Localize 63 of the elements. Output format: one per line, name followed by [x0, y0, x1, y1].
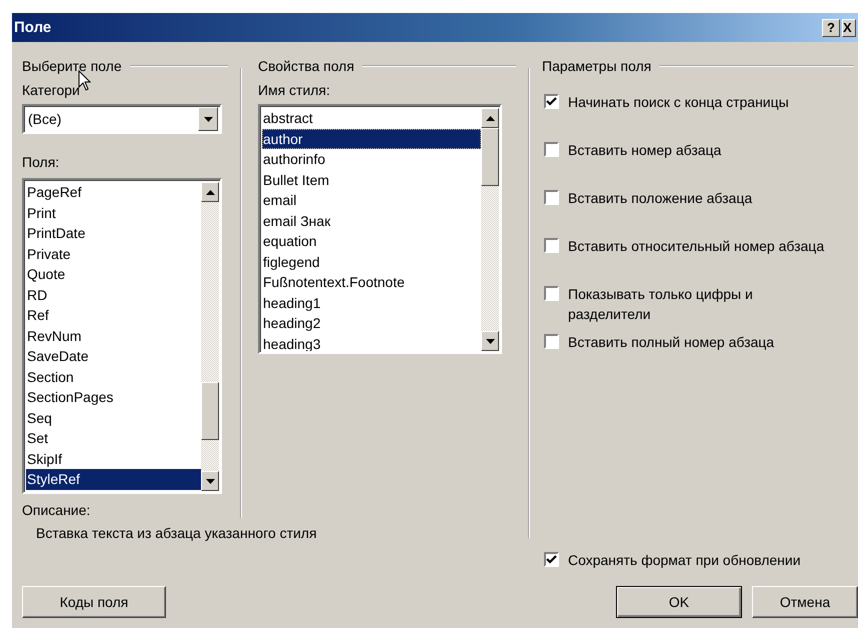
description-text: Вставка текста из абзаца указанного стиля [36, 524, 317, 542]
option-label: Сохранять формат при обновлении [568, 551, 801, 570]
scroll-down-icon[interactable] [201, 471, 219, 491]
option-label: Начинать поиск с конца страницы [568, 93, 790, 112]
checkbox[interactable] [544, 142, 559, 157]
style-list-item[interactable]: heading1 [262, 292, 481, 313]
scrollbar[interactable] [201, 182, 219, 491]
field-list-item[interactable]: PrintDate [26, 223, 201, 244]
field-list-item[interactable]: Quote [26, 264, 201, 284]
help-button[interactable]: ? [822, 18, 840, 36]
scroll-up-icon[interactable] [481, 108, 499, 128]
style-list-item[interactable]: email [262, 190, 481, 210]
category-label: Категори [22, 81, 80, 100]
window-title: Поле [14, 19, 52, 36]
option-label: Вставить полный номер абзаца [568, 333, 776, 352]
option-label: Вставить относительный номер абзаца [568, 237, 826, 256]
field-list-item[interactable]: RD [26, 284, 201, 305]
option-label: Вставить номер абзаца [568, 141, 722, 160]
style-list-item[interactable]: Fußnotentext.Footnote [262, 272, 481, 292]
field-list-item[interactable]: SectionPages [26, 387, 201, 408]
option-label: Показывать только цифры и разделители [568, 285, 754, 324]
description-label: Описание: [22, 501, 92, 520]
cancel-button[interactable]: Отмена [752, 586, 858, 618]
style-list-item[interactable]: authorinfo [262, 149, 481, 170]
field-list-item[interactable]: Section [26, 366, 201, 387]
checkbox[interactable] [544, 286, 559, 301]
style-list-item[interactable]: equation [262, 231, 481, 252]
field-list-item[interactable]: Print [26, 202, 201, 223]
scroll-down-icon[interactable] [481, 331, 499, 351]
style-list-item[interactable]: figlegend [262, 252, 481, 272]
fields-label: Поля: [22, 153, 60, 172]
field-list-item[interactable]: RevNum [26, 326, 201, 346]
field-list-item[interactable]: Ref [26, 305, 201, 326]
close-button[interactable]: X [842, 18, 856, 36]
category-dropdown[interactable]: (Все) [22, 104, 222, 134]
field-list-item[interactable]: StyleRef [26, 469, 201, 490]
scroll-thumb[interactable] [201, 382, 219, 440]
field-list-item[interactable]: PageRef [26, 182, 201, 202]
group-heading: Параметры поля [542, 58, 652, 74]
style-name-label: Имя стиля: [258, 81, 332, 100]
ok-button[interactable]: OK [616, 586, 742, 618]
scrollbar[interactable] [481, 108, 499, 351]
field-list-item[interactable]: Set [26, 428, 201, 448]
style-list-item[interactable]: email Знак [262, 210, 481, 231]
style-list-item[interactable]: abstract [262, 108, 481, 128]
style-list-item[interactable]: heading2 [262, 313, 481, 334]
field-list-item[interactable]: SkipIf [26, 448, 201, 469]
scroll-up-icon[interactable] [201, 182, 219, 202]
group-heading: Свойства поля [258, 58, 354, 74]
scroll-thumb[interactable] [481, 128, 499, 186]
field-list-item[interactable]: Seq [26, 408, 201, 428]
field-list-item[interactable]: Private [26, 244, 201, 264]
group-heading: Выберите поле [22, 58, 122, 74]
style-list-item[interactable]: Bullet Item [262, 170, 481, 190]
checkbox[interactable] [544, 552, 559, 567]
checkbox[interactable] [544, 94, 559, 109]
field-list-item[interactable]: SaveDate [26, 346, 201, 366]
checkbox[interactable] [544, 334, 559, 349]
field-codes-button[interactable]: Коды поля [22, 586, 166, 618]
option-label: Вставить положение абзаца [568, 189, 754, 208]
style-list-item[interactable]: author [262, 128, 481, 149]
checkbox[interactable] [544, 238, 559, 253]
checkbox[interactable] [544, 190, 559, 205]
